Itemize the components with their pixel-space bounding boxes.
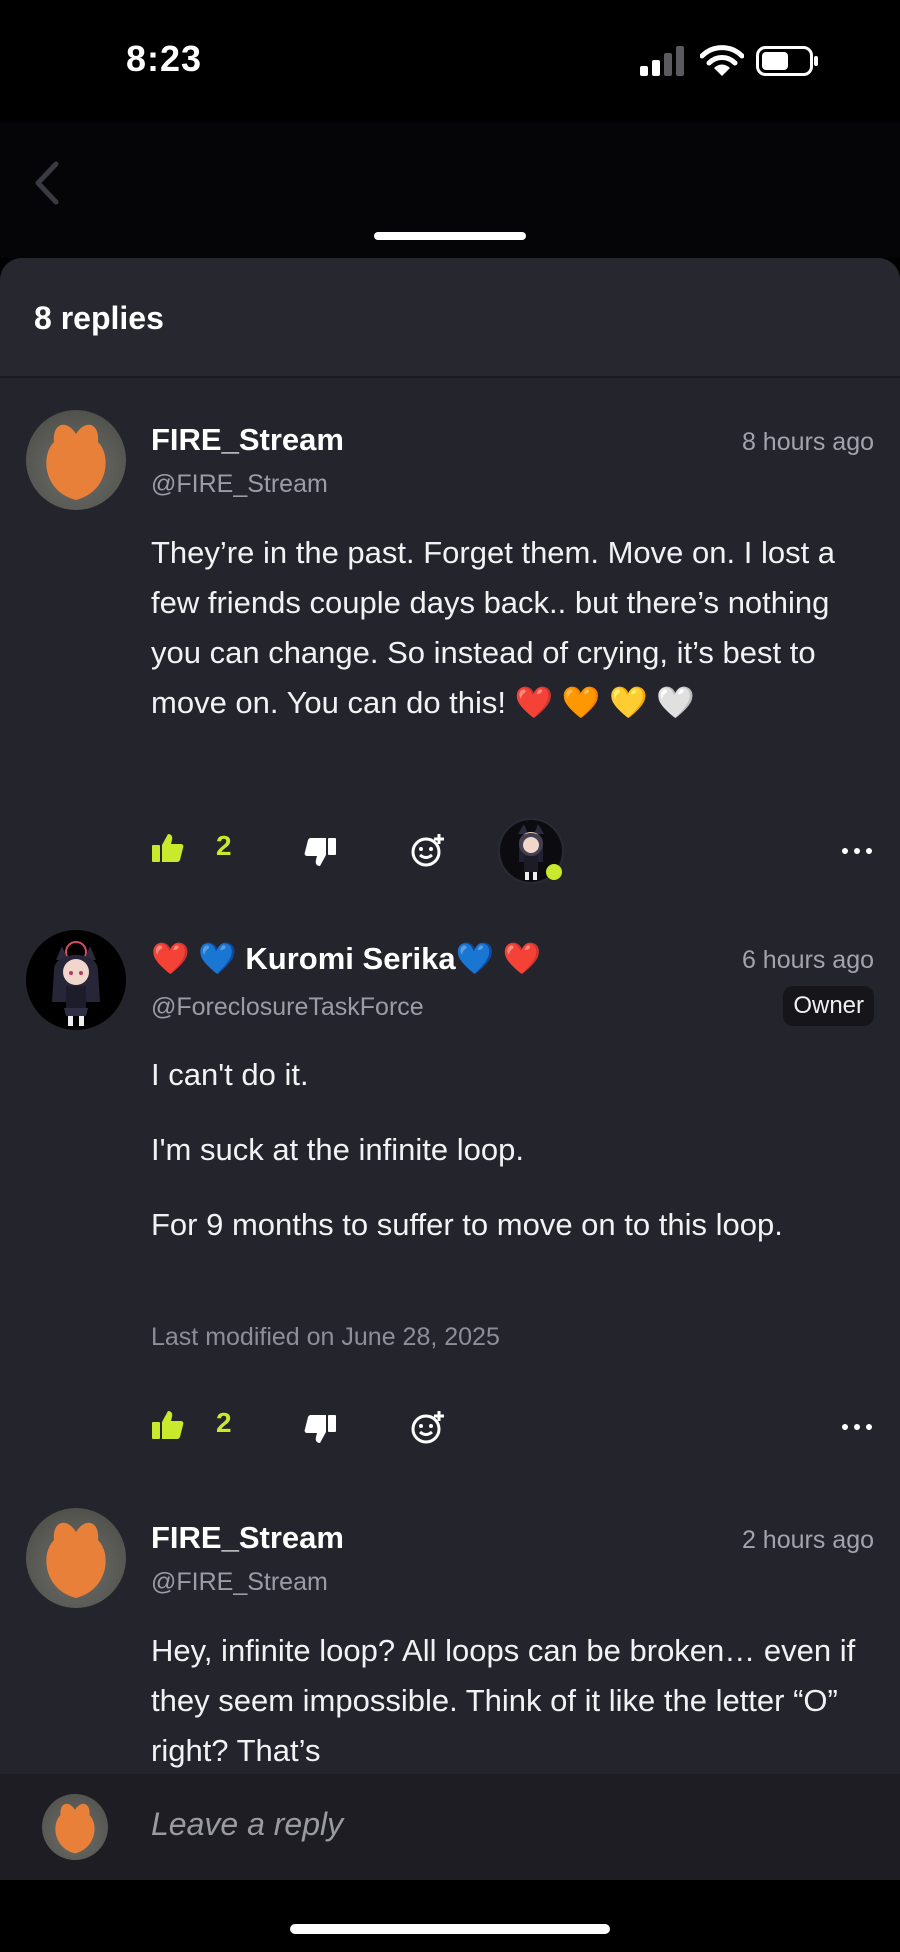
author-name[interactable]: FIRE_Stream: [151, 422, 344, 458]
anime-avatar-icon: [52, 941, 100, 1026]
author-name[interactable]: FIRE_Stream: [151, 1520, 344, 1556]
add-reaction-icon[interactable]: [410, 1409, 446, 1445]
avatar[interactable]: [26, 410, 126, 510]
comment-paragraph: Hey, infinite loop? All loops can be bro…: [151, 1633, 856, 1768]
thumbs-down-icon[interactable]: [302, 834, 338, 870]
replies-count: 8 replies: [34, 300, 164, 336]
sheet-grabber[interactable]: [374, 232, 526, 240]
add-reaction-icon[interactable]: [410, 832, 446, 868]
battery-icon: [756, 46, 818, 76]
likes-count: 2: [216, 1407, 232, 1438]
comment-paragraph: I'm suck at the infinite loop.: [151, 1132, 524, 1167]
author-handle[interactable]: @ForeclosureTaskForce: [151, 993, 424, 1022]
timestamp: 6 hours ago: [741, 946, 874, 974]
home-indicator[interactable]: [290, 1924, 610, 1934]
comment-body: They’re in the past. Forget them. Move o…: [151, 528, 871, 728]
avatar[interactable]: [26, 1508, 126, 1608]
last-modified: Last modified on June 28, 2025: [151, 1323, 500, 1351]
comment-paragraph: I can't do it.: [151, 1057, 309, 1092]
comment-paragraph: For 9 months to suffer to move on to thi…: [151, 1207, 783, 1242]
reply-input[interactable]: Leave a reply: [151, 1806, 343, 1843]
fire-avatar-icon: [46, 424, 106, 500]
composer-avatar: [42, 1794, 108, 1860]
bottom-bar: [0, 1880, 900, 1952]
author-handle[interactable]: @FIRE_Stream: [151, 470, 328, 499]
reply-composer: [0, 1774, 900, 1880]
wifi-icon: [700, 45, 744, 76]
more-icon[interactable]: [842, 1422, 872, 1432]
owner-badge: Owner: [783, 986, 874, 1026]
fire-avatar-icon: [55, 1803, 95, 1854]
comment-body: I can't do it. I'm suck at the infinite …: [151, 1050, 871, 1250]
author-name[interactable]: ❤️ 💙 Kuromi Serika💙 ❤️: [151, 940, 541, 977]
timestamp: 2 hours ago: [741, 1526, 874, 1554]
author-handle[interactable]: @FIRE_Stream: [151, 1568, 328, 1597]
thumbs-up-icon[interactable]: [150, 1407, 186, 1443]
fire-avatar-icon: [46, 1522, 106, 1598]
avatar[interactable]: [26, 930, 126, 1030]
thumbs-down-icon[interactable]: [302, 1411, 338, 1447]
more-icon[interactable]: [842, 846, 872, 856]
status-time: 8:23: [126, 38, 203, 79]
signal-icon: [640, 46, 684, 76]
likes-count: 2: [216, 830, 232, 861]
comment-body: Hey, infinite loop? All loops can be bro…: [151, 1626, 871, 1774]
thumbs-up-icon[interactable]: [150, 830, 186, 866]
back-chevron-icon[interactable]: [28, 158, 68, 208]
timestamp: 8 hours ago: [741, 428, 874, 456]
online-indicator: [546, 864, 562, 880]
comment-paragraph: They’re in the past. Forget them. Move o…: [151, 535, 836, 720]
